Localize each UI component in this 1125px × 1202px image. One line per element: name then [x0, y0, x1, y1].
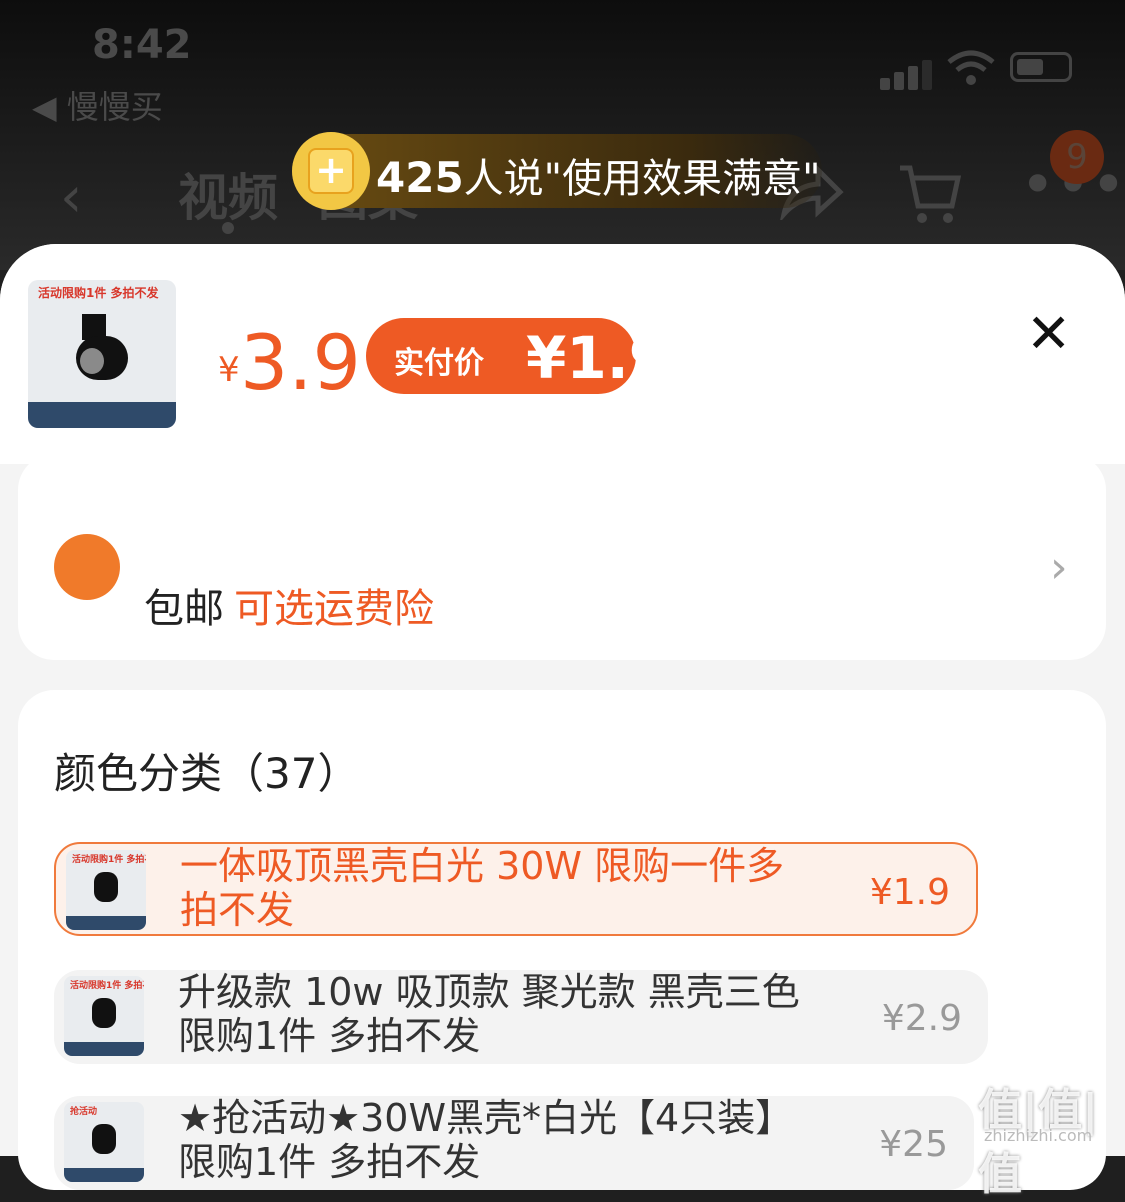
shipping-insurance-option[interactable]: 可选运费险 [234, 586, 434, 632]
back-icon[interactable]: ‹ [60, 165, 82, 230]
thumbnail-caption: 活动限购1件 多拍不发 [38, 286, 159, 300]
cart-count-badge: 9 [1050, 130, 1104, 184]
shipping-icon [54, 534, 120, 600]
actual-pay-price: ¥1.9 [526, 324, 670, 392]
sku-sheet: 活动限购1件 多拍不发 ¥ 3.9 实付价 ¥1.9 ✕ 包邮 可选运费险 › 颜… [0, 244, 1125, 1190]
tab-video[interactable]: 视频 [178, 158, 278, 230]
product-price: 3.9 [240, 318, 361, 407]
bag-plus-icon: + [292, 132, 370, 210]
toast-text: 425人说"使用效果满意" [376, 153, 821, 202]
battery-icon [1010, 52, 1072, 82]
shipping-card[interactable]: 包邮 可选运费险 › [18, 454, 1106, 660]
option-thumbnail: 抢活动 [64, 1102, 144, 1182]
satisfaction-toast: + 425人说"使用效果满意" [292, 132, 822, 210]
actual-pay-label: 实付价 [394, 346, 484, 381]
signal-icon [922, 60, 932, 90]
color-section-title: 颜色分类（37） [54, 749, 360, 798]
back-to-app-link[interactable]: ◀ 慢慢买 [32, 82, 163, 128]
status-icons [880, 50, 1080, 90]
color-option-selected[interactable]: 活动限购1件 多拍不发 一体吸顶黑壳白光 30W 限购一件多拍不发 ¥1.9 [54, 842, 978, 936]
actual-pay-badge: 实付价 ¥1.9 [366, 318, 669, 394]
cart-icon[interactable] [898, 162, 962, 226]
chevron-right-icon: › [1050, 542, 1068, 593]
signal-icon [908, 66, 918, 90]
option-price: ¥25 [879, 1124, 948, 1165]
signal-icon [880, 78, 890, 90]
option-price: ¥2.9 [881, 998, 962, 1039]
status-time: 8:42 [92, 22, 192, 68]
option-name: ★抢活动★30W黑壳*白光【4只装】限购1件 多拍不发 [178, 1096, 794, 1184]
color-option[interactable]: 活动限购1件 多拍不发 升级款 10w 吸顶款 聚光款 黑壳三色 限购1件 多拍… [54, 970, 988, 1064]
shipping-info: 包邮 可选运费险 [144, 576, 434, 634]
free-shipping-label: 包邮 [144, 586, 224, 632]
active-tab-indicator [222, 222, 234, 234]
option-thumbnail: 活动限购1件 多拍不发 [64, 976, 144, 1056]
sheet-header: 活动限购1件 多拍不发 ¥ 3.9 实付价 ¥1.9 ✕ [0, 244, 1125, 464]
product-thumbnail[interactable]: 活动限购1件 多拍不发 [28, 280, 176, 428]
color-option[interactable]: 抢活动 ★抢活动★30W黑壳*白光【4只装】限购1件 多拍不发 ¥25 [54, 1096, 974, 1190]
option-thumbnail: 活动限购1件 多拍不发 [66, 850, 146, 930]
signal-icon [894, 72, 904, 90]
wifi-icon [947, 50, 995, 85]
watermark-url: zhizhizhi.com [984, 1126, 1093, 1145]
option-name: 升级款 10w 吸顶款 聚光款 黑壳三色 限购1件 多拍不发 [178, 970, 800, 1058]
color-selector-card: 颜色分类（37） 活动限购1件 多拍不发 一体吸顶黑壳白光 30W 限购一件多拍… [18, 690, 1106, 1190]
close-icon[interactable]: ✕ [1026, 302, 1071, 365]
option-price: ¥1.9 [869, 872, 950, 913]
option-name: 一体吸顶黑壳白光 30W 限购一件多拍不发 [180, 844, 785, 932]
price-currency: ¥ [218, 350, 240, 390]
